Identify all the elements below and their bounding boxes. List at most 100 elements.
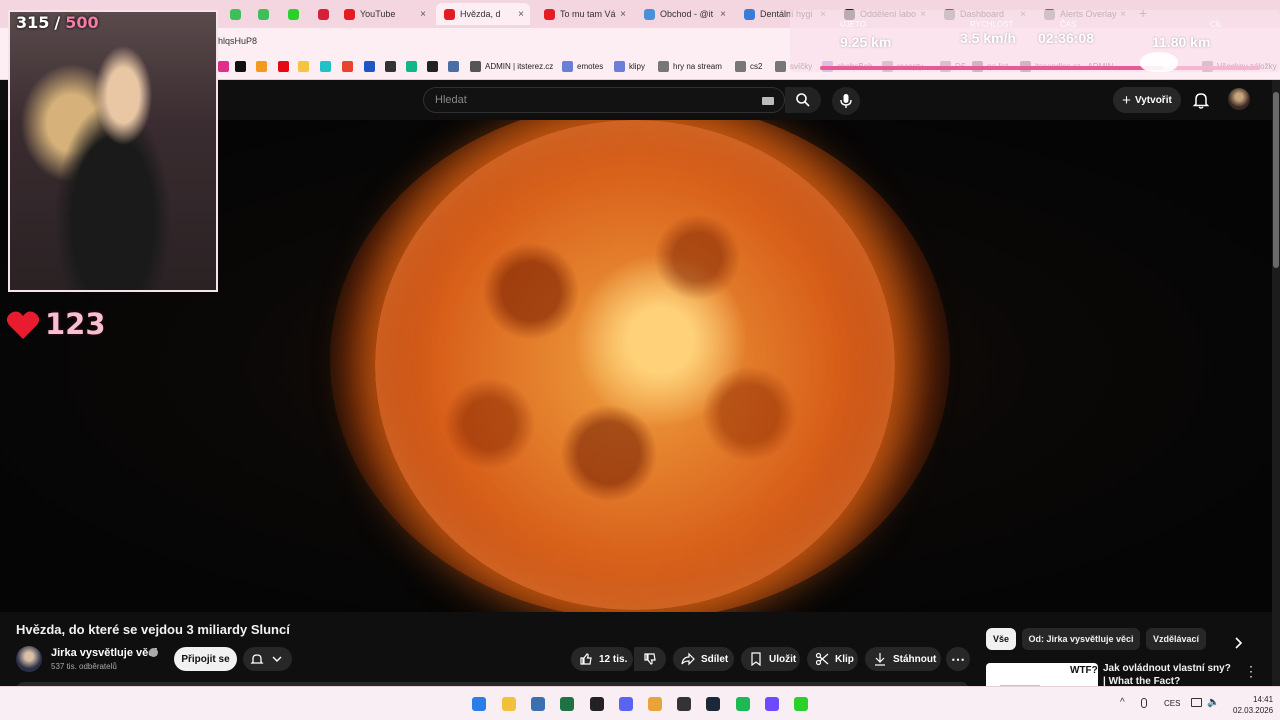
thumbs-down-icon — [644, 653, 656, 665]
bookmark-item[interactable] — [235, 61, 246, 72]
spotify-icon[interactable] — [736, 697, 750, 711]
tab-close-icon[interactable]: × — [620, 9, 626, 20]
bookmark-label: hry na stream — [673, 62, 722, 71]
bookmark-item[interactable] — [427, 61, 438, 72]
bookmark-item[interactable] — [385, 61, 396, 72]
chevron-down-icon — [272, 656, 282, 662]
url-text[interactable]: hlqsHuP8 — [218, 36, 257, 46]
bookmark-item[interactable] — [406, 61, 417, 72]
obs-icon[interactable] — [677, 697, 691, 711]
browser-tab[interactable] — [250, 3, 270, 25]
language-indicator[interactable]: CES — [1164, 699, 1180, 708]
bookmark-item[interactable] — [278, 61, 289, 72]
subscription-notification-button[interactable] — [243, 647, 292, 671]
bookmark-item[interactable] — [320, 61, 331, 72]
like-button[interactable]: 12 tis. — [571, 647, 633, 671]
browser-tab[interactable]: YouTube × — [336, 3, 432, 25]
browser-tab[interactable] — [310, 3, 330, 25]
microphone-tray-icon[interactable] — [1141, 698, 1147, 708]
subscriber-count: 537 tis. odběratelů — [51, 662, 117, 671]
chip-all[interactable]: Vše — [986, 628, 1016, 650]
search-button[interactable] — [785, 87, 821, 113]
tab-close-icon[interactable]: × — [518, 9, 524, 20]
browser-tab[interactable] — [222, 3, 242, 25]
bookmark-label: ADMIN | itsterez.cz — [485, 62, 554, 71]
account-avatar[interactable] — [1228, 88, 1250, 110]
download-label: Stáhnout — [893, 653, 937, 665]
bookmark-item[interactable] — [256, 61, 267, 72]
bookmark-item[interactable]: hry na stream — [658, 61, 722, 72]
browser-tab[interactable]: To mu tam Vá × — [536, 3, 632, 25]
search-input[interactable]: Hledat — [435, 94, 467, 106]
heart-icon — [6, 311, 40, 339]
browser-tab[interactable]: Hvězda, d × — [436, 3, 530, 25]
stat-label-speed: RYCHLOST — [970, 20, 1014, 29]
bookmark-icon — [562, 61, 573, 72]
bookmark-icon — [775, 61, 786, 72]
tab-favicon-icon — [318, 8, 329, 20]
kick-icon[interactable] — [794, 697, 808, 711]
save-button[interactable]: Uložit — [741, 647, 800, 671]
excel-icon[interactable] — [560, 697, 574, 711]
stat-value-distance: 9.25 km — [840, 34, 892, 50]
ccleaner-icon[interactable] — [531, 697, 545, 711]
thumbs-up-icon — [580, 653, 592, 665]
file-explorer-icon[interactable] — [502, 697, 516, 711]
clip-button[interactable]: Klip — [807, 647, 858, 671]
tab-close-icon[interactable]: × — [720, 9, 726, 20]
discord-icon[interactable] — [619, 697, 633, 711]
chevron-right-icon[interactable] — [1233, 637, 1243, 649]
bookmark-label: cs2 — [750, 62, 763, 71]
voice-search-button[interactable] — [832, 87, 860, 115]
chip-from-channel[interactable]: Od: Jirka vysvětluje věci — [1022, 628, 1140, 650]
scrollbar-thumb[interactable] — [1273, 92, 1279, 268]
join-button[interactable]: Připojit se — [174, 647, 237, 671]
windows-start-icon[interactable] — [472, 697, 486, 711]
tab-favicon-icon — [344, 8, 355, 20]
cat-mascot-icon — [1140, 52, 1178, 72]
chip-educational[interactable]: Vzdělávací — [1146, 628, 1206, 650]
app-icon[interactable] — [590, 697, 604, 711]
tab-close-icon[interactable]: × — [420, 9, 426, 20]
browser-tab[interactable] — [280, 3, 300, 25]
more-icon: ⋯ — [951, 650, 965, 667]
create-button[interactable]: + Vytvořit — [1113, 87, 1181, 113]
tab-label: Hvězda, d — [460, 9, 501, 19]
bookmark-item[interactable]: ADMIN | itsterez.cz — [470, 61, 553, 72]
bell-icon — [250, 654, 264, 664]
bookmark-item[interactable] — [298, 61, 309, 72]
download-button[interactable]: Stáhnout — [865, 647, 941, 671]
goal-current: 315 — [16, 13, 50, 32]
bookmark-item[interactable] — [448, 61, 459, 72]
bookmark-item[interactable] — [342, 61, 353, 72]
bookmark-icon — [614, 61, 625, 72]
bookmark-icon — [735, 61, 746, 72]
clock[interactable]: 14:41 02.03.2026 — [1233, 694, 1273, 716]
bookmark-item[interactable]: cs2 — [735, 61, 762, 72]
steam-icon[interactable] — [706, 697, 720, 711]
search-box[interactable]: Hledat — [423, 87, 785, 113]
network-icon[interactable] — [1191, 698, 1202, 707]
chevron-up-icon[interactable]: ^ — [1120, 697, 1125, 708]
bookmark-icon — [406, 61, 417, 72]
channel-name[interactable]: Jirka vysvětluje věci — [51, 647, 157, 659]
bookmark-item[interactable]: emotes — [562, 61, 603, 72]
browser-tab[interactable]: Obchod - @it × — [636, 3, 732, 25]
volume-icon[interactable]: 🔈 — [1207, 697, 1219, 708]
tab-favicon-icon — [230, 8, 241, 20]
proton-icon[interactable] — [765, 697, 779, 711]
create-label: Vytvořit — [1134, 94, 1172, 106]
bookmark-item[interactable]: klipy — [614, 61, 645, 72]
bookmark-item[interactable] — [218, 61, 229, 72]
recommended-video-menu[interactable]: ⋮ — [1244, 663, 1258, 680]
recommended-video-title[interactable]: Jak ovládnout vlastní sny? | What the Fa… — [1103, 662, 1233, 688]
keyboard-icon[interactable] — [762, 97, 774, 105]
channel-avatar[interactable] — [16, 646, 42, 672]
verified-icon — [149, 648, 158, 657]
dislike-button[interactable] — [634, 647, 666, 671]
more-actions-button[interactable]: ⋯ — [946, 647, 970, 671]
chrome-icon[interactable] — [648, 697, 662, 711]
notifications-button[interactable] — [1190, 89, 1212, 111]
share-button[interactable]: Sdílet — [673, 647, 734, 671]
bookmark-item[interactable] — [364, 61, 375, 72]
